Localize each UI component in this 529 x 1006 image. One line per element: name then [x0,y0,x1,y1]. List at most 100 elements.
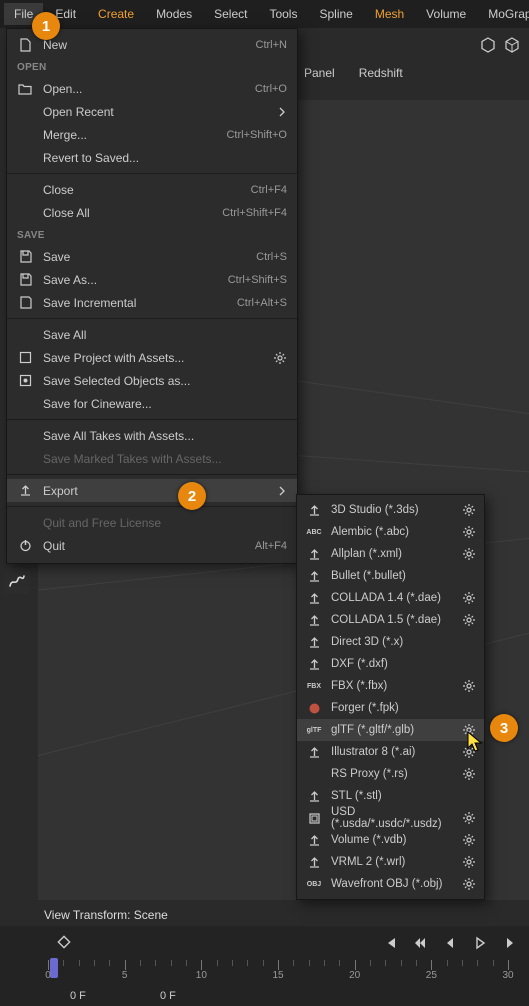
timeline: 051015202530 0 F 0 F [0,926,529,1006]
frame-end-label: 0 F [160,990,176,1002]
export-item[interactable]: OBJWavefront OBJ (*.obj) [297,873,484,895]
prev-frame-icon[interactable] [441,934,459,952]
menu-revert[interactable]: Revert to Saved... [7,146,297,169]
menu-save-all[interactable]: Save All [7,323,297,346]
export-item[interactable]: 3D Studio (*.3ds) [297,499,484,521]
menu-save-incremental-label: Save Incremental [43,296,227,310]
menu-merge[interactable]: Merge... Ctrl+Shift+O [7,123,297,146]
menu-save-selected-label: Save Selected Objects as... [43,374,287,388]
export-item-label: Forger (*.fpk) [331,702,476,714]
menu-open[interactable]: Open... Ctrl+O [7,77,297,100]
export-item[interactable]: ABCAlembic (*.abc) [297,521,484,543]
save-as-icon [17,272,33,288]
export-item[interactable]: COLLADA 1.4 (*.dae) [297,587,484,609]
keyframe-diamond-icon[interactable] [56,934,72,950]
menu-open-recent[interactable]: Open Recent [7,100,297,123]
gear-icon[interactable] [462,614,476,626]
scribble-tool-icon[interactable] [4,568,30,594]
chevron-right-icon [277,486,287,496]
upload-icon [305,788,323,804]
folder-icon [17,81,33,97]
menu-save-project-assets[interactable]: Save Project with Assets... [7,346,297,369]
export-item[interactable]: glTF glTF (*.gltf/*.glb) [297,719,484,741]
tab-panel[interactable]: Panel [300,64,339,82]
upload-icon [305,744,323,760]
play-icon[interactable] [471,934,489,952]
tick-label: 15 [272,970,283,981]
gear-icon[interactable] [273,352,287,364]
menubar-tools[interactable]: Tools [259,3,307,25]
export-item[interactable]: Bullet (*.bullet) [297,565,484,587]
menu-save[interactable]: Save Ctrl+S [7,245,297,268]
separator [7,173,297,174]
menu-revert-label: Revert to Saved... [43,151,287,165]
gear-icon[interactable] [462,856,476,868]
menu-save-selected[interactable]: Save Selected Objects as... [7,369,297,392]
menu-close-shortcut: Ctrl+F4 [251,184,287,196]
step-badge-2: 2 [178,482,206,510]
export-item-label: FBX (*.fbx) [331,680,454,692]
fbx-text: FBX [305,678,323,694]
export-item[interactable]: STL (*.stl) [297,785,484,807]
separator [7,506,297,507]
gear-icon[interactable] [462,548,476,560]
menubar-spline[interactable]: Spline [309,3,362,25]
export-item[interactable]: Direct 3D (*.x) [297,631,484,653]
gear-icon[interactable] [462,592,476,604]
menu-close-all[interactable]: Close All Ctrl+Shift+F4 [7,201,297,224]
export-item[interactable]: Volume (*.vdb) [297,829,484,851]
export-item[interactable]: USD (*.usda/*.usdc/*.usdz) [297,807,484,829]
export-item[interactable]: RS Proxy (*.rs) [297,763,484,785]
usd-icon [305,810,323,826]
menubar-modes[interactable]: Modes [146,3,202,25]
menubar-volume[interactable]: Volume [416,3,476,25]
tick-label: 30 [502,970,513,981]
menu-save-all-takes[interactable]: Save All Takes with Assets... [7,424,297,447]
gear-icon[interactable] [462,504,476,516]
export-item-label: VRML 2 (*.wrl) [331,856,454,868]
export-item[interactable]: COLLADA 1.5 (*.dae) [297,609,484,631]
export-item[interactable]: FBX FBX (*.fbx) [297,675,484,697]
export-item-label: glTF (*.gltf/*.glb) [331,724,454,736]
gear-icon[interactable] [462,834,476,846]
menubar-mesh[interactable]: Mesh [365,3,414,25]
upload-icon [305,546,323,562]
menubar-mograph[interactable]: MoGraph [478,3,529,25]
gear-icon[interactable] [462,768,476,780]
next-frame-icon[interactable] [501,934,519,952]
menu-open-label: Open... [43,82,245,96]
menu-save-incremental[interactable]: Save Incremental Ctrl+Alt+S [7,291,297,314]
menu-export[interactable]: Export [7,479,297,502]
menu-close-all-shortcut: Ctrl+Shift+F4 [222,207,287,219]
export-item[interactable]: DXF (*.dxf) [297,653,484,675]
menu-close[interactable]: Close Ctrl+F4 [7,178,297,201]
menu-save-as[interactable]: Save As... Ctrl+Shift+S [7,268,297,291]
export-item[interactable]: Allplan (*.xml) [297,543,484,565]
export-item-label: 3D Studio (*.3ds) [331,504,454,516]
menubar-create[interactable]: Create [88,3,144,25]
tab-redshift[interactable]: Redshift [355,64,407,82]
tick-label: 10 [196,970,207,981]
export-item[interactable]: Illustrator 8 (*.ai) [297,741,484,763]
menu-quit[interactable]: Quit Alt+F4 [7,534,297,557]
gear-icon[interactable] [462,878,476,890]
export-item-label: STL (*.stl) [331,790,476,802]
export-item[interactable]: Forger (*.fpk) [297,697,484,719]
export-item[interactable]: VRML 2 (*.wrl) [297,851,484,873]
prev-key-icon[interactable] [411,934,429,952]
cube-icon[interactable] [503,36,521,54]
timeline-ruler[interactable]: 051015202530 [48,960,519,982]
save-project-icon [17,350,33,366]
gear-icon[interactable] [462,680,476,692]
gear-icon[interactable] [462,526,476,538]
section-open: OPEN [7,56,297,77]
chevron-right-icon [277,107,287,117]
hexagon-icon[interactable] [479,36,497,54]
menu-save-cineware[interactable]: Save for Cineware... [7,392,297,415]
goto-start-icon[interactable] [381,934,399,952]
gltf-text: glTF [305,722,323,738]
menubar-select[interactable]: Select [204,3,257,25]
tick-label: 20 [349,970,360,981]
gear-icon[interactable] [462,812,476,824]
export-item-label: Direct 3D (*.x) [331,636,476,648]
